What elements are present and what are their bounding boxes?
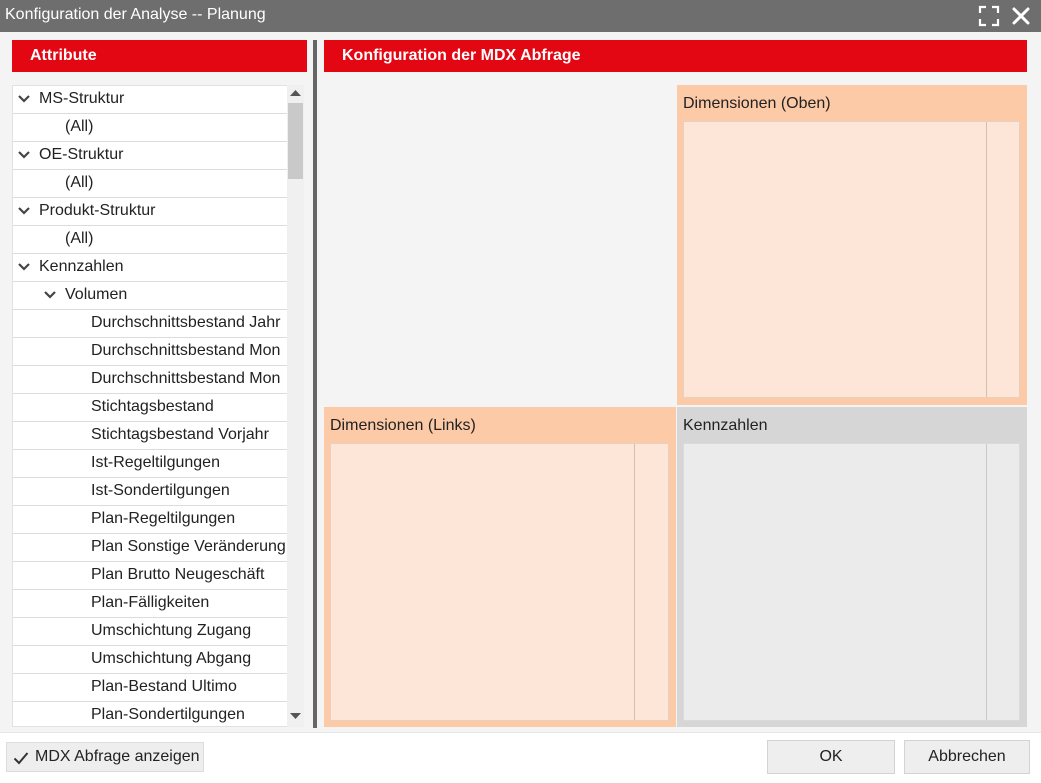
list-divider xyxy=(986,444,987,720)
tree-item[interactable]: Ist-Sondertilgungen xyxy=(13,478,287,506)
tree-item-label: Stichtagsbestand Vorjahr xyxy=(91,426,269,443)
tree-scrollbar[interactable] xyxy=(287,85,304,727)
tree-item[interactable]: Kennzahlen xyxy=(13,254,287,282)
scroll-up-arrow-icon[interactable] xyxy=(290,89,301,97)
measures-label: Kennzahlen xyxy=(683,417,768,434)
tree-item[interactable]: Durchschnittsbestand Mon xyxy=(13,338,287,366)
tree-item-label: Umschichtung Zugang xyxy=(91,622,252,639)
tree-item-label: Plan-Regeltilgungen xyxy=(91,510,236,527)
chevron-down-icon[interactable] xyxy=(17,94,31,104)
scroll-down-arrow-icon[interactable] xyxy=(290,712,301,720)
tree-item-label: Plan Brutto Neugeschäft xyxy=(91,566,265,583)
list-divider xyxy=(634,444,635,720)
tree-item[interactable]: Stichtagsbestand Vorjahr xyxy=(13,422,287,450)
tree-item[interactable]: OE-Struktur xyxy=(13,142,287,170)
tree-item-label: Produkt-Struktur xyxy=(39,202,156,219)
tree-item[interactable]: Plan-Bestand Ultimo xyxy=(13,674,287,702)
show-mdx-checkbox[interactable]: MDX Abfrage anzeigen xyxy=(6,742,204,772)
scrollbar-thumb[interactable] xyxy=(288,103,303,179)
attributes-header: Attribute xyxy=(12,40,307,72)
tree-item-label: Plan Sonstige Veränderung xyxy=(91,538,286,555)
dimensions-top-label: Dimensionen (Oben) xyxy=(683,95,831,112)
tree-item-label: (All) xyxy=(65,230,94,247)
tree-item[interactable]: Plan-Fälligkeiten xyxy=(13,590,287,618)
panel-splitter[interactable] xyxy=(313,40,317,728)
tree-item[interactable]: Ist-Regeltilgungen xyxy=(13,450,287,478)
tree-item[interactable]: (All) xyxy=(13,226,287,254)
tree-item[interactable]: Volumen xyxy=(13,282,287,310)
measures-zone[interactable]: Kennzahlen xyxy=(677,407,1027,727)
tree-item[interactable]: MS-Struktur xyxy=(13,86,287,114)
tree-item[interactable]: Stichtagsbestand xyxy=(13,394,287,422)
tree-item-label: Volumen xyxy=(65,286,128,303)
tree-item-label: Durchschnittsbestand Jahr xyxy=(91,314,281,331)
tree-item-label: MS-Struktur xyxy=(39,90,125,107)
maximize-icon[interactable] xyxy=(978,5,1000,27)
tree-item[interactable]: Umschichtung Zugang xyxy=(13,618,287,646)
dimensions-top-list[interactable] xyxy=(683,121,1020,398)
tree-item-label: Ist-Sondertilgungen xyxy=(91,482,230,499)
tree-item-label: OE-Struktur xyxy=(39,146,124,163)
tree-item-label: Stichtagsbestand xyxy=(91,398,214,415)
show-mdx-label: MDX Abfrage anzeigen xyxy=(35,748,200,765)
tree-item-label: (All) xyxy=(65,118,94,135)
dialog-footer: MDX Abfrage anzeigen OK Abbrechen xyxy=(0,732,1041,783)
checkmark-icon xyxy=(13,752,29,765)
chevron-down-icon[interactable] xyxy=(17,150,31,160)
chevron-down-icon[interactable] xyxy=(17,206,31,216)
measures-list[interactable] xyxy=(683,443,1020,721)
attribute-tree[interactable]: MS-Struktur (All) OE-Struktur (All) Produkt-… xyxy=(12,85,304,727)
tree-item[interactable]: Plan Sonstige Veränderung xyxy=(13,534,287,562)
tree-item-label: Umschichtung Abgang xyxy=(91,650,252,667)
ok-button[interactable]: OK xyxy=(767,740,895,774)
tree-item[interactable]: Durchschnittsbestand Jahr xyxy=(13,310,287,338)
tree-item[interactable]: (All) xyxy=(13,114,287,142)
tree-item[interactable]: Plan Brutto Neugeschäft xyxy=(13,562,287,590)
tree-item-label: Ist-Regeltilgungen xyxy=(91,454,220,471)
tree-item[interactable]: (All) xyxy=(13,170,287,198)
tree-item-label: Plan-Bestand Ultimo xyxy=(91,678,237,695)
cancel-button[interactable]: Abbrechen xyxy=(904,740,1030,774)
close-icon[interactable] xyxy=(1010,5,1032,27)
dimensions-left-label: Dimensionen (Links) xyxy=(330,417,476,434)
tree-item-label: Durchschnittsbestand Mon xyxy=(91,370,281,387)
window-title: Konfiguration der Analyse -- Planung xyxy=(5,6,266,23)
list-divider xyxy=(986,122,987,397)
dimensions-top-zone[interactable]: Dimensionen (Oben) xyxy=(677,85,1027,405)
tree-item[interactable]: Durchschnittsbestand Mon xyxy=(13,366,287,394)
tree-item-label: Durchschnittsbestand Mon xyxy=(91,342,281,359)
tree-item-label: (All) xyxy=(65,174,94,191)
mdx-config-header: Konfiguration der MDX Abfrage xyxy=(324,40,1027,72)
tree-item-label: Plan-Sondertilgungen xyxy=(91,706,245,723)
tree-item-label: Plan-Fälligkeiten xyxy=(91,594,210,611)
chevron-down-icon[interactable] xyxy=(17,262,31,272)
tree-item[interactable]: Produkt-Struktur xyxy=(13,198,287,226)
chevron-down-icon[interactable] xyxy=(43,290,57,300)
tree-item[interactable]: Plan-Sondertilgungen xyxy=(13,702,287,726)
window-titlebar: Konfiguration der Analyse -- Planung xyxy=(0,0,1041,32)
dimensions-left-list[interactable] xyxy=(330,443,669,721)
tree-item-label: Kennzahlen xyxy=(39,258,124,275)
tree-item[interactable]: Plan-Regeltilgungen xyxy=(13,506,287,534)
tree-item[interactable]: Umschichtung Abgang xyxy=(13,646,287,674)
dimensions-left-zone[interactable]: Dimensionen (Links) xyxy=(324,407,676,727)
